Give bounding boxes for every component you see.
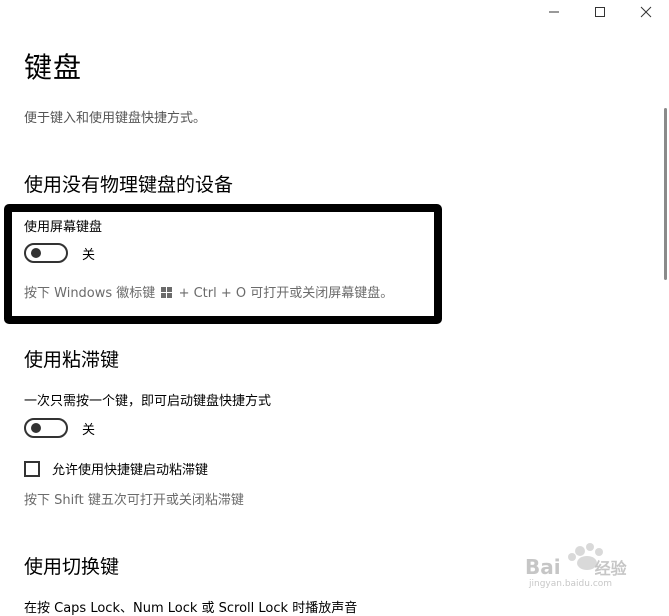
hint-text-before: 按下 Windows 徽标键 [24, 286, 156, 301]
page-title: 键盘 [24, 51, 83, 84]
section-heading-sticky-keys: 使用粘滞键 [24, 349, 120, 371]
sticky-keys-toggle-row: 关 [24, 418, 95, 438]
watermark-url: jingyan.baidu.com [529, 579, 613, 589]
minimize-icon [549, 11, 559, 13]
close-button[interactable] [623, 0, 669, 24]
sticky-keys-shortcut-row: 允许使用快捷键启动粘滞键 [24, 459, 208, 478]
toggle-keys-label: 在按 Caps Lock、Num Lock 或 Scroll Lock 时播放声… [24, 601, 358, 616]
sticky-keys-label: 一次只需按一个键，即可启动键盘快捷方式 [24, 394, 272, 409]
minimize-button[interactable] [531, 0, 577, 24]
sticky-keys-shortcut-checkbox[interactable] [24, 460, 40, 477]
close-icon [640, 6, 652, 18]
maximize-icon [595, 7, 605, 17]
onscreen-keyboard-hint: 按下 Windows 徽标键 + Ctrl + O 可打开或关闭屏幕键盘。 [24, 282, 393, 301]
section-heading-toggle-keys: 使用切换键 [24, 556, 120, 578]
windows-logo-icon [161, 287, 173, 298]
toggle-knob [31, 248, 41, 258]
maximize-button[interactable] [577, 0, 623, 24]
sticky-keys-hint: 按下 Shift 键五次可打开或关闭粘滞键 [24, 493, 244, 508]
onscreen-keyboard-toggle-row: 关 [24, 243, 95, 263]
baidu-watermark: Bai 经验 jingyan.baidu.com [525, 533, 635, 593]
sticky-keys-toggle-state: 关 [82, 422, 96, 438]
onscreen-keyboard-toggle-state: 关 [82, 247, 96, 263]
onscreen-keyboard-label: 使用屏幕键盘 [24, 220, 103, 235]
onscreen-keyboard-toggle[interactable] [24, 243, 68, 263]
scrollbar[interactable] [664, 108, 667, 280]
window-controls [531, 0, 669, 26]
sticky-keys-toggle[interactable] [24, 418, 68, 438]
sticky-keys-shortcut-label: 允许使用快捷键启动粘滞键 [52, 463, 209, 478]
toggle-knob [31, 423, 41, 433]
watermark-brand: Bai 经验 [525, 555, 627, 579]
section-heading-onscreen-keyboard: 使用没有物理键盘的设备 [24, 174, 234, 196]
hint-text-after: + Ctrl + O 可打开或关闭屏幕键盘。 [178, 286, 394, 301]
page-description: 便于键入和使用键盘快捷方式。 [24, 111, 207, 126]
